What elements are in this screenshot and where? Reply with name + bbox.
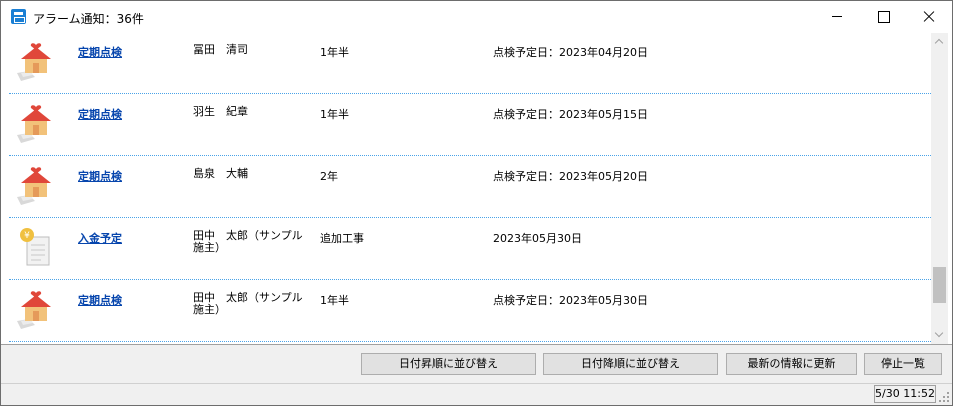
customer-name: 田中 太郎（サンプル施主） — [193, 291, 303, 316]
customer-name: 島泉 大輔 — [193, 167, 248, 180]
alarm-date: 点検予定日：2023年05月15日 — [493, 108, 648, 121]
alarm-notification-window: アラーム通知：36件 定期点検 冨田 清司 1年半 点検予定日：2023年04月20日… — [0, 0, 953, 406]
scroll-up-arrow-icon[interactable] — [931, 33, 948, 50]
customer-name: 羽生 紀章 — [193, 105, 248, 118]
alarm-row: 定期点検 羽生 紀章 1年半 点検予定日：2023年05月15日 — [9, 93, 931, 155]
sort-ascending-button[interactable]: 日付昇順に並び替え — [361, 353, 536, 375]
status-time: 5/30 11:52 — [874, 385, 936, 403]
customer-name: 田中 太郎（サンプル施主） — [193, 229, 303, 254]
alarm-row: ¥ 入金予定 田中 太郎（サンプル施主） 追加工事 2023年05月30日 — [9, 217, 931, 279]
alarm-detail: 1年半 — [320, 294, 349, 307]
resize-grip-icon[interactable] — [939, 392, 949, 402]
alarm-type-link[interactable]: 定期点検 — [78, 44, 122, 60]
app-icon — [11, 9, 26, 24]
row-divider — [9, 341, 931, 342]
alarm-type-link[interactable]: 定期点検 — [78, 106, 122, 122]
status-bar — [1, 383, 952, 384]
window-title: アラーム通知：36件 — [33, 12, 144, 26]
house-heart-icon — [15, 101, 55, 145]
maximize-button[interactable] — [860, 1, 906, 32]
close-button[interactable] — [906, 1, 952, 32]
alarm-date: 点検予定日：2023年04月20日 — [493, 46, 648, 59]
alarm-row: 定期点検 島泉 大輔 2年 点検予定日：2023年05月20日 — [9, 155, 931, 217]
alarm-row: 定期点検 冨田 清司 1年半 点検予定日：2023年04月20日 — [9, 33, 931, 93]
scroll-thumb[interactable] — [933, 267, 946, 303]
minimize-button[interactable] — [814, 1, 860, 32]
stop-list-button[interactable]: 停止一覧 — [864, 353, 942, 375]
alarm-date: 点検予定日：2023年05月20日 — [493, 170, 648, 183]
alarm-detail: 2年 — [320, 170, 338, 183]
house-heart-icon — [15, 287, 55, 331]
title-bar[interactable]: アラーム通知：36件 — [1, 1, 952, 32]
alarm-date: 2023年05月30日 — [493, 232, 582, 245]
vertical-scrollbar[interactable] — [931, 33, 948, 344]
customer-name: 冨田 清司 — [193, 43, 248, 56]
scroll-down-arrow-icon[interactable] — [931, 327, 948, 344]
refresh-button[interactable]: 最新の情報に更新 — [726, 353, 857, 375]
alarm-detail: 1年半 — [320, 108, 349, 121]
alarm-list[interactable]: 定期点検 冨田 清司 1年半 点検予定日：2023年04月20日 定期点検 羽生 紀章 1年… — [9, 33, 951, 344]
house-heart-icon — [15, 39, 55, 83]
alarm-detail: 追加工事 — [320, 232, 364, 245]
bottom-panel: 日付昇順に並び替え 日付降順に並び替え 最新の情報に更新 停止一覧 5/30 1… — [1, 344, 952, 405]
house-heart-icon — [15, 163, 55, 207]
alarm-detail: 1年半 — [320, 46, 349, 59]
yen-document-icon: ¥ — [15, 225, 55, 269]
alarm-type-link[interactable]: 定期点検 — [78, 292, 122, 308]
alarm-type-link[interactable]: 定期点検 — [78, 168, 122, 184]
alarm-date: 点検予定日：2023年05月30日 — [493, 294, 648, 307]
svg-text:¥: ¥ — [24, 231, 30, 241]
sort-descending-button[interactable]: 日付降順に並び替え — [543, 353, 718, 375]
alarm-row: 定期点検 田中 太郎（サンプル施主） 1年半 点検予定日：2023年05月30日 — [9, 279, 931, 341]
alarm-type-link[interactable]: 入金予定 — [78, 230, 122, 246]
